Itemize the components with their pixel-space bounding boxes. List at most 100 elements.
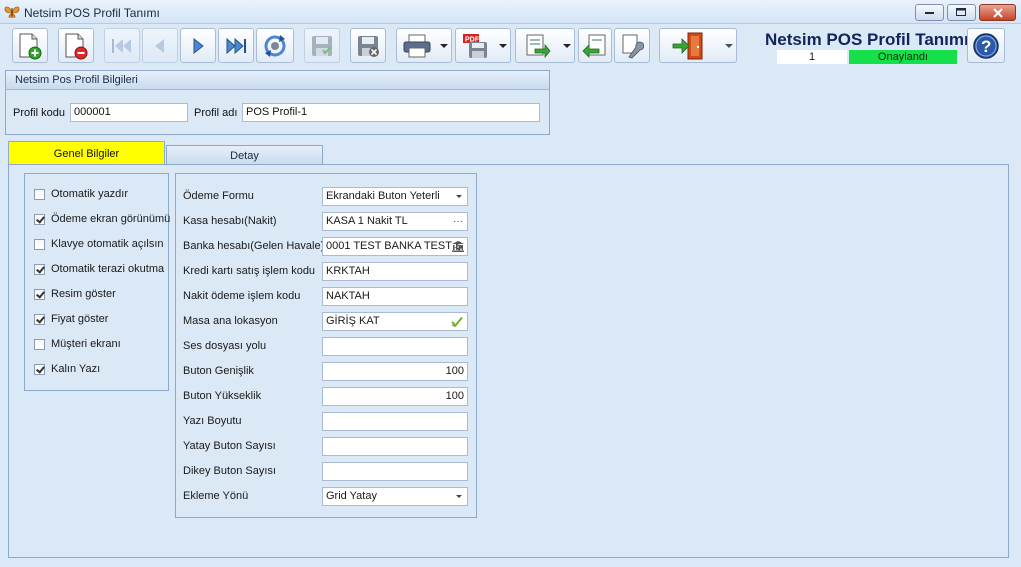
tab-page-general: Otomatik yazdır Ödeme ekran görünümü Kla… bbox=[8, 164, 1009, 558]
delete-record-button[interactable] bbox=[58, 28, 94, 63]
window-title-bar: Netsim POS Profil Tanımı bbox=[0, 0, 1021, 24]
table-location-label: Masa ana lokasyon bbox=[183, 315, 278, 327]
option-checkbox[interactable]: Ödeme ekran görünümü bbox=[34, 212, 170, 226]
page-title: Netsim POS Profil Tanımı bbox=[765, 30, 969, 49]
option-checkbox[interactable]: Kalın Yazı bbox=[34, 362, 100, 376]
sound-file-input[interactable] bbox=[322, 337, 468, 356]
export-icon bbox=[526, 34, 551, 58]
cash-account-lookup[interactable]: KASA 1 Nakit TL ··· bbox=[322, 212, 468, 231]
option-label: Otomatik terazi okutma bbox=[51, 263, 165, 275]
cash-payment-code-label: Nakit ödeme işlem kodu bbox=[183, 290, 301, 302]
tab-detay[interactable]: Detay bbox=[166, 145, 323, 165]
help-icon: ? bbox=[973, 32, 999, 59]
button-width-label: Buton Genişlik bbox=[183, 365, 254, 377]
refresh-button[interactable] bbox=[256, 28, 294, 63]
delete-document-icon bbox=[65, 33, 88, 59]
insert-direction-select[interactable]: Grid Yatay bbox=[322, 487, 468, 506]
close-icon bbox=[992, 7, 1003, 18]
option-checkbox[interactable]: Otomatik terazi okutma bbox=[34, 262, 164, 276]
save-cancel-icon bbox=[358, 35, 379, 57]
horizontal-button-count-label: Yatay Buton Sayısı bbox=[183, 440, 276, 452]
last-icon bbox=[226, 37, 246, 54]
insert-direction-label: Ekleme Yönü bbox=[183, 490, 249, 502]
new-document-icon bbox=[19, 33, 42, 59]
options-panel: Otomatik yazdır Ödeme ekran görünümü Kla… bbox=[24, 173, 170, 391]
checkbox[interactable] bbox=[34, 263, 45, 275]
minimize-icon bbox=[924, 11, 934, 14]
check-icon[interactable] bbox=[451, 316, 463, 327]
checkbox[interactable] bbox=[34, 313, 45, 325]
table-location-lookup[interactable]: GİRİŞ KAT bbox=[322, 312, 468, 331]
cash-account-label: Kasa hesabı(Nakit) bbox=[183, 215, 277, 227]
option-checkbox[interactable]: Klavye otomatik açılsın bbox=[34, 237, 164, 251]
option-checkbox[interactable]: Resim göster bbox=[34, 287, 116, 301]
tab-genel-bilgiler[interactable]: Genel Bilgiler bbox=[8, 141, 165, 165]
import-button[interactable] bbox=[578, 28, 612, 63]
credit-card-code-input[interactable]: KRKTAH bbox=[322, 262, 468, 281]
checkbox[interactable] bbox=[34, 288, 45, 300]
first-record-button[interactable] bbox=[104, 28, 140, 63]
bank-account-label: Banka hesabı(Gelen Havale) bbox=[183, 240, 325, 252]
option-label: Klavye otomatik açılsın bbox=[51, 238, 164, 250]
button-height-input[interactable]: 100 bbox=[322, 387, 468, 406]
cash-payment-code-input[interactable]: NAKTAH bbox=[322, 287, 468, 306]
option-label: Kalın Yazı bbox=[51, 363, 101, 375]
pdf-button[interactable]: PDF bbox=[455, 28, 511, 63]
option-checkbox[interactable]: Fiyat göster bbox=[34, 312, 108, 326]
option-label: Otomatik yazdır bbox=[51, 188, 129, 200]
export-button[interactable] bbox=[515, 28, 575, 63]
next-record-button[interactable] bbox=[180, 28, 216, 63]
svg-text:?: ? bbox=[981, 37, 991, 56]
ellipsis-icon[interactable]: ··· bbox=[453, 213, 463, 230]
vertical-button-count-input[interactable] bbox=[322, 462, 468, 481]
checkbox[interactable] bbox=[34, 338, 45, 350]
close-button[interactable] bbox=[979, 4, 1016, 21]
font-size-label: Yazı Boyutu bbox=[183, 415, 242, 427]
option-checkbox[interactable]: Otomatik yazdır bbox=[34, 187, 128, 201]
previous-icon bbox=[155, 38, 164, 53]
bank-icon[interactable] bbox=[452, 241, 464, 252]
option-checkbox[interactable]: Müşteri ekranı bbox=[34, 337, 121, 351]
window-title: Netsim POS Profil Tanımı bbox=[24, 6, 160, 20]
chevron-down-icon bbox=[563, 44, 571, 48]
vertical-button-count-label: Dikey Buton Sayısı bbox=[183, 465, 276, 477]
checkbox[interactable] bbox=[34, 213, 45, 225]
bank-account-value: 0001 TEST BANKA TEST Ş bbox=[326, 240, 463, 252]
butterfly-icon bbox=[4, 6, 20, 18]
option-label: Resim göster bbox=[51, 288, 116, 300]
profile-code-input[interactable]: 000001 bbox=[70, 103, 188, 122]
chevron-down-icon[interactable] bbox=[456, 195, 462, 198]
record-number: 1 bbox=[777, 50, 847, 64]
profile-group-title: Netsim Pos Profil Bilgileri bbox=[6, 71, 549, 90]
payment-form-select[interactable]: Ekrandaki Buton Yeterli bbox=[322, 187, 468, 206]
maximize-button[interactable] bbox=[947, 4, 976, 21]
cash-account-value: KASA 1 Nakit TL bbox=[326, 215, 408, 227]
button-height-label: Buton Yükseklik bbox=[183, 390, 262, 402]
checkbox[interactable] bbox=[34, 188, 45, 200]
horizontal-button-count-input[interactable] bbox=[322, 437, 468, 456]
chevron-down-icon bbox=[440, 44, 448, 48]
save-button[interactable] bbox=[304, 28, 340, 63]
minimize-button[interactable] bbox=[915, 4, 944, 21]
settings-button[interactable] bbox=[614, 28, 650, 63]
option-label: Ödeme ekran görünümü bbox=[51, 213, 171, 225]
save-cancel-button[interactable] bbox=[350, 28, 386, 63]
print-button[interactable] bbox=[396, 28, 452, 63]
checkbox[interactable] bbox=[34, 238, 45, 250]
first-icon bbox=[112, 38, 131, 53]
bank-account-lookup[interactable]: 0001 TEST BANKA TEST Ş bbox=[322, 237, 468, 256]
profile-name-input[interactable]: POS Profil-1 bbox=[242, 103, 540, 122]
new-record-button[interactable] bbox=[12, 28, 48, 63]
exit-button[interactable] bbox=[659, 28, 737, 63]
credit-card-code-label: Kredi kartı satış işlem kodu bbox=[183, 265, 316, 277]
last-record-button[interactable] bbox=[218, 28, 254, 63]
previous-record-button[interactable] bbox=[142, 28, 178, 63]
chevron-down-icon[interactable] bbox=[456, 495, 462, 498]
checkbox[interactable] bbox=[34, 363, 45, 375]
font-size-input[interactable] bbox=[322, 412, 468, 431]
payment-form-value: Ekrandaki Buton Yeterli bbox=[326, 190, 440, 202]
button-width-input[interactable]: 100 bbox=[322, 362, 468, 381]
help-button[interactable]: ? bbox=[967, 28, 1005, 63]
option-label: Müşteri ekranı bbox=[51, 338, 121, 350]
status-badge: Onaylandı bbox=[849, 50, 957, 64]
